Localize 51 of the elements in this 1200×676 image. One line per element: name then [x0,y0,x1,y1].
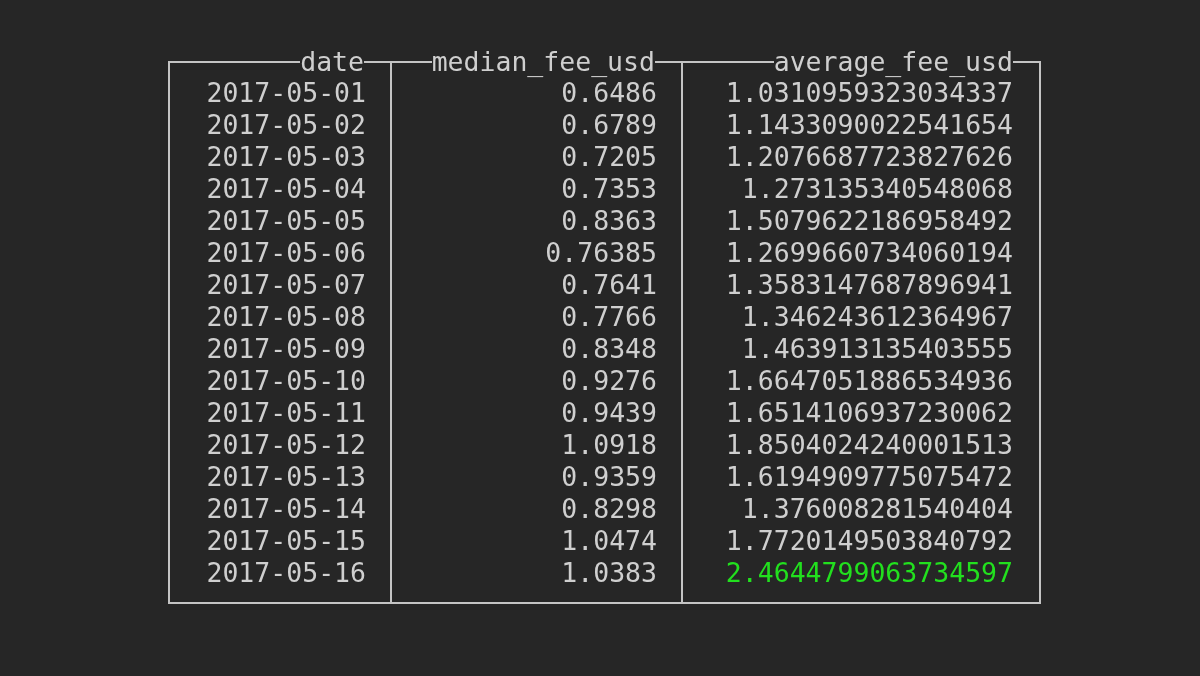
table-cell: 2017-05-13 [206,462,366,492]
table-cell: 0.7353 [561,174,657,204]
table-cell: 1.2699660734060194 [725,238,1013,268]
table-cell: 2017-05-15 [206,526,366,556]
table-cell: 2017-05-09 [206,334,366,364]
table-cell: 2017-05-05 [206,206,366,236]
table-cell: 0.8348 [561,334,657,364]
table-cell: 2017-05-12 [206,430,366,460]
table-cell: 1.463913135403555 [741,334,1013,364]
table-cell: 1.6194909775075472 [725,462,1013,492]
table-cell: 1.273135340548068 [741,174,1013,204]
table-cell: 1.3583147687896941 [725,270,1013,300]
column-header: date [300,47,364,77]
column-header: median_fee_usd [431,47,655,77]
table-cell: 1.0383 [561,558,657,588]
table-cell: 1.346243612364967 [741,302,1013,332]
table-cell: 0.76385 [545,238,657,268]
table-cell: 0.7641 [561,270,657,300]
table-cell: 0.8363 [561,206,657,236]
table-cell: 0.6789 [561,110,657,140]
table-cell: 1.2076687723827626 [725,142,1013,172]
table-cell: 2017-05-08 [206,302,366,332]
column-header: average_fee_usd [773,47,1013,77]
table-cell: 0.9359 [561,462,657,492]
table-cell: 1.6514106937230062 [725,398,1013,428]
table-cell: 1.0310959323034337 [725,78,1013,108]
table-cell: 0.9439 [561,398,657,428]
table-cell: 2017-05-10 [206,366,366,396]
table-cell: 1.5079622186958492 [725,206,1013,236]
table-cell: 2017-05-14 [206,494,366,524]
table-cell: 1.7720149503840792 [725,526,1013,556]
table-cell: 1.1433090022541654 [725,110,1013,140]
table-cell: 1.0474 [561,526,657,556]
table-cell: 1.376008281540404 [741,494,1013,524]
table-cell: 1.8504024240001513 [725,430,1013,460]
table-cell: 2017-05-06 [206,238,366,268]
table-cell: 2.4644799063734597 [725,558,1013,588]
table-cell: 2017-05-03 [206,142,366,172]
table-cell: 0.9276 [561,366,657,396]
table-cell: 2017-05-07 [206,270,366,300]
table-cell: 0.7205 [561,142,657,172]
table-cell: 2017-05-04 [206,174,366,204]
table-cell: 0.7766 [561,302,657,332]
table-cell: 1.6647051886534936 [725,366,1013,396]
table-cell: 1.0918 [561,430,657,460]
table-cell: 2017-05-11 [206,398,366,428]
table-cell: 2017-05-02 [206,110,366,140]
table-cell: 2017-05-16 [206,558,366,588]
table-cell: 2017-05-01 [206,78,366,108]
table-cell: 0.6486 [561,78,657,108]
table-cell: 0.8298 [561,494,657,524]
